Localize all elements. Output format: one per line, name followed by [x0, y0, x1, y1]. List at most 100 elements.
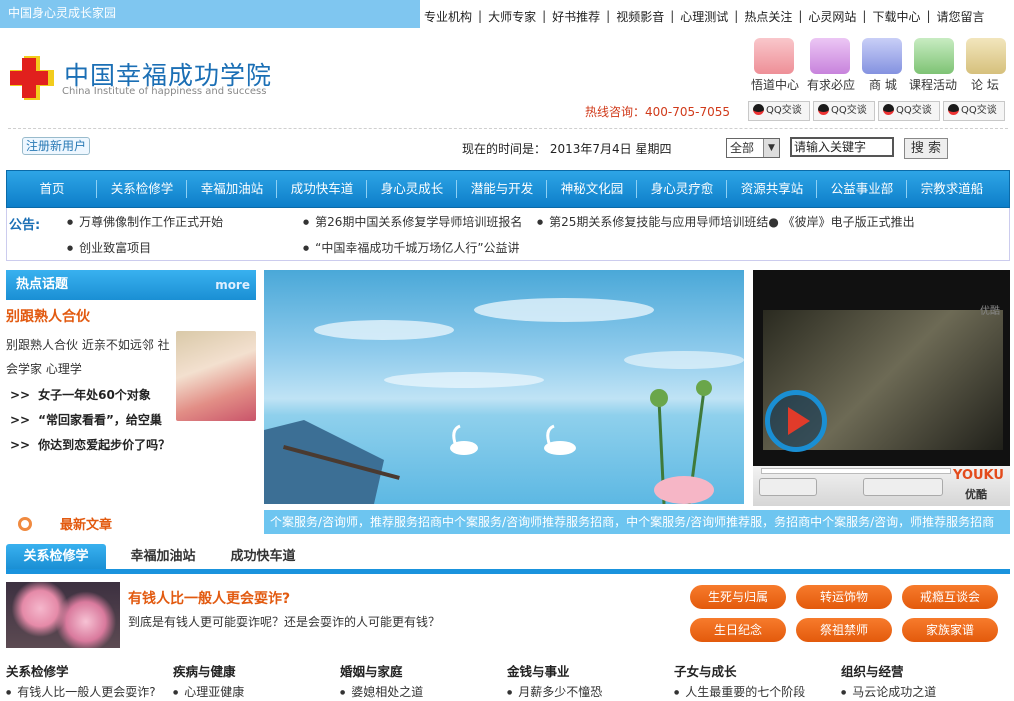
notice-item[interactable]: 万尊佛像制作工作正式开始 [67, 213, 223, 230]
pause-button[interactable] [759, 478, 817, 496]
article-description: 到底是有钱人更可能耍诈呢？还是会耍诈的人可能更有钱？ [128, 615, 441, 629]
temple-icon[interactable] [754, 38, 794, 74]
nav-success[interactable]: 成功快车道 [277, 171, 367, 207]
qq-icon [883, 104, 894, 115]
logo-text-en: China Institute of happiness and success [62, 86, 267, 97]
play-icon[interactable] [765, 390, 827, 452]
notice-item[interactable]: 第26期中国关系修复学导师培训班报名 [303, 213, 522, 230]
category-title[interactable]: 组织与经营 [841, 661, 904, 680]
category-title[interactable]: 疾病与健康 [173, 661, 236, 680]
quick-label-shop[interactable]: 商 城 [869, 76, 897, 93]
top-link-org[interactable]: 专业机构 [418, 8, 478, 25]
qq-icon [818, 104, 829, 115]
article-image[interactable] [6, 582, 120, 648]
top-link-tests[interactable]: 心理测试 [674, 8, 734, 25]
divider [8, 128, 1008, 129]
nav-mystic[interactable]: 神秘文化园 [547, 171, 637, 207]
site-label: 中国身心灵成长家园 [0, 0, 420, 28]
hot-topics-header: 热点话题 more [6, 270, 256, 300]
top-nav: 专业机构 | 大师专家 | 好书推荐 | 视频影音 | 心理测试 | 热点关注 | 心灵网站… [418, 4, 991, 28]
top-link-sites[interactable]: 心灵网站 [802, 8, 862, 25]
category-link[interactable]: 马云论成功之道 [841, 683, 936, 700]
video-controls: YOUKU 优酷 [753, 466, 1010, 506]
nav-relationship[interactable]: 关系检修学 [97, 171, 187, 207]
youku-logo-cn: 优酷 [965, 488, 987, 501]
quick-label-forum[interactable]: 论 坛 [971, 76, 999, 93]
hot-link[interactable]: >> 女子一年处60个对象 [10, 386, 151, 403]
category-link[interactable]: 有钱人比一般人更会耍诈? [6, 683, 155, 700]
video-watermark: 优酷 [980, 306, 1000, 317]
notice-item[interactable]: 第25期关系修复技能与应用导师培训班结● 《彼岸》电子版正式推出 [537, 213, 915, 230]
register-button[interactable]: 注册新用户 [22, 137, 91, 155]
category-link[interactable]: 心理亚健康 [173, 683, 244, 700]
hot-headline[interactable]: 别跟熟人合伙 [6, 306, 90, 326]
search-scope-select[interactable]: 全部 ▼ [726, 138, 780, 158]
newest-articles-heading: 最新文章 [18, 514, 112, 533]
tag-button[interactable]: 祭祖禁师 [796, 618, 892, 642]
quick-label-request[interactable]: 有求必应 [807, 76, 855, 93]
category-link[interactable]: 人生最重要的七个阶段 [674, 683, 805, 700]
tag-button[interactable]: 戒瘾互谈会 [902, 585, 998, 609]
nav-growth[interactable]: 身心灵成长 [367, 171, 457, 207]
search-input[interactable]: 请输入关键字 [790, 137, 894, 157]
scrolling-ticker[interactable]: 个案服务/咨询师，推荐服务招商中个案服务/咨询师推荐服务招商，中个案服务/咨询师… [264, 510, 1010, 534]
tab-success[interactable]: 成功快车道 [220, 544, 306, 569]
tag-button[interactable]: 生死与归属 [690, 585, 786, 609]
nav-healing[interactable]: 身心灵疗愈 [637, 171, 727, 207]
quick-label-enlighten[interactable]: 悟道中心 [751, 76, 799, 93]
nav-religion[interactable]: 宗教求道船 [907, 171, 997, 207]
category-title[interactable]: 子女与成长 [674, 661, 737, 680]
banner-image[interactable] [264, 270, 744, 504]
hot-topic-image[interactable] [176, 331, 256, 421]
volume-slider[interactable] [863, 478, 943, 496]
qq-chat-button[interactable]: QQ交谈 [943, 101, 1005, 121]
logo-cross-icon [10, 56, 54, 100]
tag-button[interactable]: 生日纪念 [690, 618, 786, 642]
nav-home[interactable]: 首页 [7, 171, 97, 207]
nav-happiness[interactable]: 幸福加油站 [187, 171, 277, 207]
tag-button[interactable]: 家族家谱 [902, 618, 998, 642]
top-link-masters[interactable]: 大师专家 [482, 8, 542, 25]
current-time: 现在的时间是： 2013年7月4日 星期四 [462, 142, 672, 156]
nav-charity[interactable]: 公益事业部 [817, 171, 907, 207]
top-link-hot[interactable]: 热点关注 [738, 8, 798, 25]
search-button[interactable]: 搜 索 [904, 138, 948, 159]
qq-chat-button[interactable]: QQ交谈 [813, 101, 875, 121]
article-title[interactable]: 有钱人比一般人更会耍诈? [128, 588, 290, 608]
more-link[interactable]: more [215, 270, 250, 300]
category-link[interactable]: 月薪多少不憧恐 [507, 683, 602, 700]
qq-icon [948, 104, 959, 115]
qq-chat-button[interactable]: QQ交谈 [878, 101, 940, 121]
target-icon [18, 517, 32, 531]
hot-description: 别跟熟人合伙 近亲不如远邻 社会学家 心理学 [6, 338, 170, 376]
qq-icon [753, 104, 764, 115]
tab-relationship[interactable]: 关系检修学 [6, 544, 106, 569]
nav-resources[interactable]: 资源共享站 [727, 171, 817, 207]
category-link[interactable]: 婆媳相处之道 [340, 683, 423, 700]
video-player[interactable]: 优酷 YOUKU 优酷 [753, 270, 1010, 506]
top-link-download[interactable]: 下载中心 [866, 8, 926, 25]
lake-swans-illustration [264, 298, 744, 504]
top-link-books[interactable]: 好书推荐 [546, 8, 606, 25]
notice-item[interactable]: 创业致富项目 [67, 239, 151, 256]
nav-potential[interactable]: 潜能与开发 [457, 171, 547, 207]
top-link-video[interactable]: 视频影音 [610, 8, 670, 25]
notice-item[interactable]: “中国幸福成功千城万场亿人行”公益讲 [303, 239, 519, 256]
video-progress-bar[interactable] [761, 468, 951, 474]
hotline: 热线咨询：400-705-7055 [585, 105, 731, 119]
category-title[interactable]: 婚姻与家庭 [340, 661, 403, 680]
leaf-icon[interactable] [914, 38, 954, 74]
forum-icon[interactable] [966, 38, 1006, 74]
category-title[interactable]: 关系检修学 [6, 661, 69, 680]
hot-link[interactable]: >> “常回家看看”，给空巢 [10, 411, 162, 428]
hot-link[interactable]: >> 你达到恋爱起步价了吗？ [10, 436, 170, 453]
qq-chat-button[interactable]: QQ交谈 [748, 101, 810, 121]
quick-label-courses[interactable]: 课程活动 [909, 76, 957, 93]
category-title[interactable]: 金钱与事业 [507, 661, 570, 680]
main-nav: 首页 关系检修学 幸福加油站 成功快车道 身心灵成长 潜能与开发 神秘文化园 身… [6, 170, 1010, 208]
cart-icon[interactable] [862, 38, 902, 74]
tag-button[interactable]: 转运饰物 [796, 585, 892, 609]
top-link-message[interactable]: 请您留言 [931, 8, 991, 25]
power-icon[interactable] [810, 38, 850, 74]
tab-happiness[interactable]: 幸福加油站 [120, 544, 206, 569]
